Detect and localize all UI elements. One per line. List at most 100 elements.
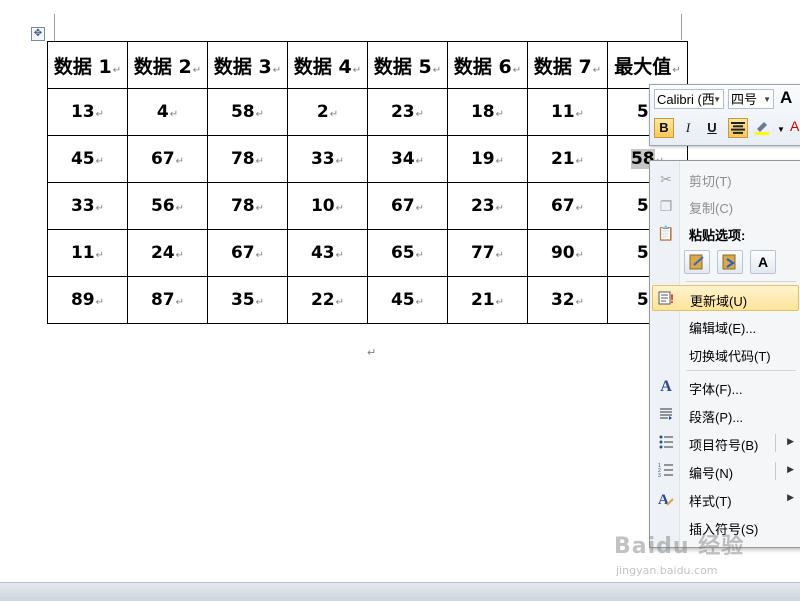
table-cell[interactable]: 33↵ [287,135,368,183]
cell-end-mark: ↵ [95,297,105,308]
table-header-cell[interactable]: 数据 7↵ [527,41,608,89]
table-cell[interactable]: 21↵ [527,135,608,183]
table-header-cell[interactable]: 数据 4↵ [287,41,368,89]
table-cell[interactable]: 43↵ [287,229,368,277]
italic-button[interactable]: I [678,118,698,138]
table-header-cell[interactable]: 数据 1↵ [47,41,128,89]
menu-item-bullets[interactable]: 项目符号(B) ▶ [652,430,799,456]
table-cell[interactable]: 11↵ [527,88,608,136]
table-cell[interactable]: 56↵ [127,182,208,230]
table-cell[interactable]: 78↵ [207,182,288,230]
table-cell[interactable]: 19↵ [447,135,528,183]
table-header-cell[interactable]: 数据 2↵ [127,41,208,89]
table-cell[interactable]: 58↵ [207,88,288,136]
cell-value: 最大值 [614,55,672,78]
table-row: 33↵56↵78↵10↵67↵23↵67↵5↵ [47,182,688,230]
table-cell[interactable]: 10↵ [287,182,368,230]
table-cell[interactable]: 22↵ [287,276,368,324]
menu-item-numbering[interactable]: 123 编号(N) ▶ [652,458,799,484]
cell-value: 5 [636,196,649,216]
cell-end-mark: ↵ [272,64,282,76]
highlight-color-button[interactable] [752,118,772,138]
table-header-cell[interactable]: 最大值↵ [607,41,688,89]
cell-value: 34 [390,149,415,169]
cell-value: 23 [390,102,415,122]
menu-item-edit-field[interactable]: 编辑域(E)... [652,313,799,339]
cell-end-mark: ↵ [495,297,505,308]
table-cell[interactable]: 90↵ [527,229,608,277]
cell-end-mark: ↵ [672,64,681,76]
cell-value: 数据 5 [373,55,432,78]
table-cell[interactable]: 23↵ [447,182,528,230]
page-corner-mark-right [681,14,682,40]
menu-item-styles[interactable]: A 样式(T) ▶ [652,486,799,512]
cell-value: 数据 4 [293,55,352,78]
paste-merge-format-button[interactable] [717,250,743,274]
menu-item-toggle-field-codes[interactable]: 切换域代码(T) [652,341,799,367]
menu-item-update-field[interactable]: ! 更新域(U) [652,285,799,311]
table-cell[interactable]: 13↵ [47,88,128,136]
font-name-select[interactable]: Calibri (西 ▼ [654,89,724,109]
table-cell[interactable]: 45↵ [367,276,448,324]
table-header-cell[interactable]: 数据 6↵ [447,41,528,89]
menu-item-paragraph[interactable]: 段落(P)... [652,402,799,428]
table-cell[interactable]: 11↵ [47,229,128,277]
page-corner-mark-left [54,14,55,41]
paste-text-only-button[interactable]: A [750,250,776,274]
font-size-select[interactable]: 四号 ▼ [728,89,774,109]
table-cell[interactable]: 21↵ [447,276,528,324]
cell-end-mark: ↵ [495,156,505,167]
table-cell[interactable]: 2↵ [287,88,368,136]
cell-value: 45 [70,149,95,169]
table-cell[interactable]: 78↵ [207,135,288,183]
cell-end-mark: ↵ [175,297,185,308]
menu-item-cut[interactable]: ✂ 剪切(T) [652,166,799,192]
submenu-divider [775,434,776,452]
cell-value: 35 [230,290,255,310]
chevron-down-icon[interactable]: ▼ [777,125,785,134]
chevron-down-icon: ▼ [713,95,721,104]
table-cell[interactable]: 77↵ [447,229,528,277]
table-header-cell[interactable]: 数据 5↵ [367,41,448,89]
table-cell[interactable]: 45↵ [47,135,128,183]
grow-font-button[interactable]: A [780,88,792,108]
cell-value: 56 [150,196,175,216]
cell-value: 33 [310,149,335,169]
table-cell[interactable]: 67↵ [127,135,208,183]
underline-button[interactable]: U [702,118,722,138]
table-cell[interactable]: 87↵ [127,276,208,324]
table-cell[interactable]: 34↵ [367,135,448,183]
table-header-cell[interactable]: 数据 3↵ [207,41,288,89]
cell-end-mark: ↵ [592,64,602,76]
font-color-button[interactable]: A [790,118,800,138]
menu-item-copy[interactable]: ❐ 复制(C) [652,193,799,219]
styles-icon: A [657,490,675,508]
data-table[interactable]: 数据 1↵ 数据 2↵ 数据 3↵ 数据 4↵ 数据 5↵ 数据 6↵ 数据 7↵ 最大值↵ 1… [47,41,688,324]
menu-item-font[interactable]: A 字体(F)... [652,374,799,400]
cell-end-mark: ↵ [255,156,265,167]
table-cell[interactable]: 65↵ [367,229,448,277]
table-cell[interactable]: 32↵ [527,276,608,324]
table-cell[interactable]: 33↵ [47,182,128,230]
cell-value: 67 [390,196,415,216]
cell-value: 数据 6 [453,55,512,78]
table-cell[interactable]: 23↵ [367,88,448,136]
table-cell[interactable]: 35↵ [207,276,288,324]
table-cell[interactable]: 89↵ [47,276,128,324]
cell-value: 13 [70,102,95,122]
table-cell[interactable]: 67↵ [367,182,448,230]
move-handle-icon[interactable]: ✥ [31,27,45,41]
paste-keep-format-icon [689,254,704,270]
svg-text:3: 3 [658,473,661,478]
table-cell[interactable]: 18↵ [447,88,528,136]
cell-end-mark: ↵ [415,203,425,214]
table-cell[interactable]: 4↵ [127,88,208,136]
cell-value: 数据 1 [53,55,112,78]
bold-button[interactable]: B [654,118,674,138]
table-cell[interactable]: 24↵ [127,229,208,277]
table-cell[interactable]: 67↵ [207,229,288,277]
align-center-button[interactable] [728,118,748,138]
table-cell[interactable]: 67↵ [527,182,608,230]
cell-end-mark: ↵ [255,297,265,308]
paste-keep-source-button[interactable] [684,250,710,274]
